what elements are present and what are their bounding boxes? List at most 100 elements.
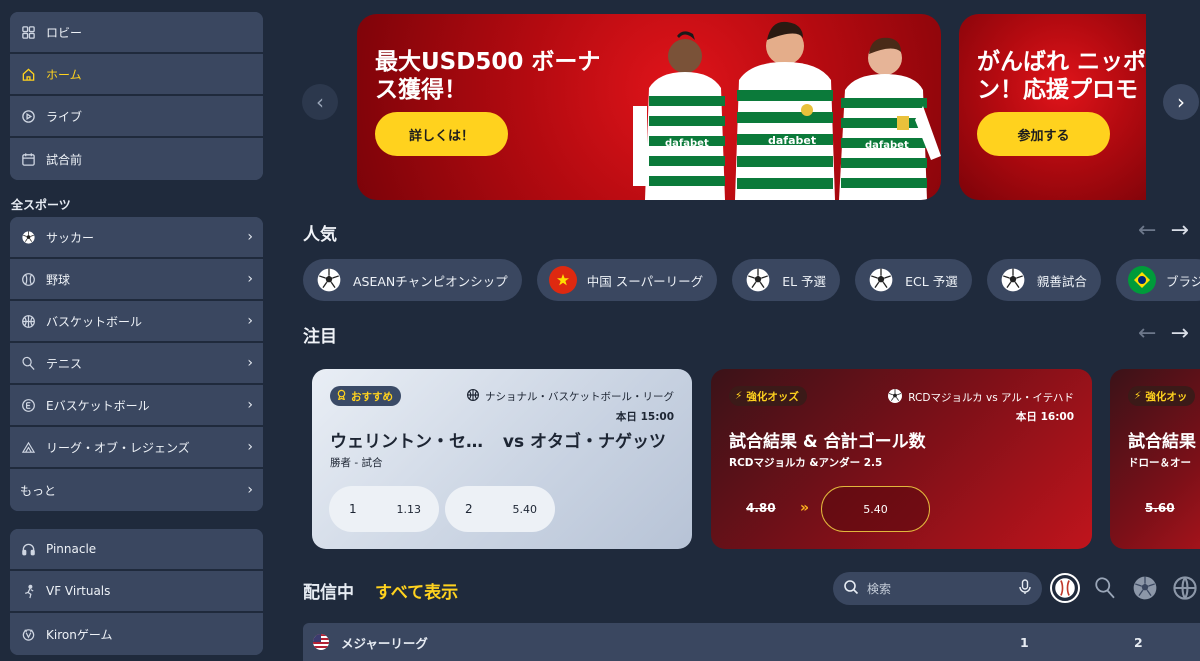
- popular-nav-arrows: ← →: [1138, 218, 1189, 243]
- chip-asean[interactable]: ASEANチャンピオンシップ: [303, 259, 522, 301]
- sidebar-item-pinnacle[interactable]: Pinnacle: [10, 529, 263, 571]
- odds-button-1[interactable]: 1 1.13: [329, 486, 439, 532]
- league-of-legends-icon: [20, 439, 36, 455]
- sidebar-item-tennis[interactable]: テニス ›: [10, 343, 263, 385]
- nav-prematch[interactable]: 試合前: [10, 138, 263, 180]
- chip-label: ASEANチャンピオンシップ: [353, 273, 508, 289]
- league-label: ナショナル・バスケットボール・リーグ: [466, 388, 674, 405]
- us-flag-icon: [313, 634, 329, 650]
- market-title: 試合結果: [1128, 432, 1196, 452]
- sidebar-item-label: VF Virtuals: [46, 584, 111, 598]
- nav-lobby[interactable]: ロビー: [10, 12, 263, 54]
- badge-label: おすすめ: [351, 390, 393, 403]
- soccer-ball-icon: [887, 388, 903, 407]
- sidebar-item-vf-virtuals[interactable]: VF Virtuals: [10, 571, 263, 613]
- banner-title-line1: がんばれ ニッポ: [977, 49, 1146, 75]
- china-flag-icon: [548, 266, 577, 294]
- badge-label: 強化オッ: [1145, 390, 1188, 403]
- filter-soccer-icon[interactable]: [1130, 573, 1160, 603]
- chevron-left-icon: ‹: [316, 90, 324, 114]
- promo-banner-nippon[interactable]: がんばれ ニッポ ン！応援プロモ 参加する: [959, 14, 1146, 200]
- banner-title-line2: ス獲得！: [375, 77, 467, 103]
- sidebar: ロビー ホーム ライブ 試合前 全スポーツ サッカー › 野球 › バスケットボ: [10, 12, 263, 655]
- sidebar-item-label: テニス: [46, 356, 83, 371]
- filter-esports-icon[interactable]: [1170, 573, 1200, 603]
- nav-prematch-label: 試合前: [46, 152, 83, 167]
- sidebar-item-label: Pinnacle: [46, 542, 97, 556]
- nav-home[interactable]: ホーム: [10, 54, 263, 96]
- nav-live-label: ライブ: [46, 109, 83, 124]
- headset-icon: [20, 541, 36, 557]
- league-name: RCDマジョルカ vs アル・イテハド: [908, 392, 1074, 404]
- featured-card-recommended[interactable]: おすすめ ナショナル・バスケットボール・リーグ 本日 15:00 ウェリントン・…: [312, 369, 692, 549]
- sidebar-item-label: もっと: [20, 483, 57, 498]
- search-icon: [843, 579, 859, 598]
- promo-banner-bonus[interactable]: 最大USD500 ボーナ ス獲得！ 詳しくは！ dafabet dafabet: [357, 14, 941, 200]
- chip-label: 中国 スーパーリーグ: [586, 273, 704, 289]
- sidebar-item-baseball[interactable]: 野球 ›: [10, 259, 263, 301]
- arrow-left-icon[interactable]: ←: [1138, 218, 1156, 243]
- chip-label: ブラジ: [1165, 273, 1200, 289]
- boosted-odds-badge: ⚡ 強化オッズ: [729, 386, 807, 406]
- column-header-1: 1: [1020, 634, 1029, 650]
- chip-friendlies[interactable]: 親善試合: [986, 259, 1101, 301]
- chip-label: 親善試合: [1036, 273, 1087, 289]
- vf-virtuals-icon: [20, 583, 36, 599]
- sidebar-item-ebasketball[interactable]: Eバスケットボール ›: [10, 385, 263, 427]
- popular-chips: ASEANチャンピオンシップ 中国 スーパーリーグ EL 予選 ECL 予選 親…: [303, 259, 1200, 303]
- nav-live[interactable]: ライブ: [10, 96, 263, 138]
- chevron-right-icon: ›: [247, 229, 253, 245]
- sidebar-item-label: サッカー: [46, 230, 95, 245]
- league-name: メジャーリーグ: [341, 635, 428, 651]
- chip-el-qualifiers[interactable]: EL 予選: [732, 259, 841, 301]
- featured-card-boosted-2[interactable]: ⚡ 強化オッ 試合結果 ドロー＆オー 5.60: [1110, 369, 1200, 549]
- odds-button-2[interactable]: 2 5.40: [445, 486, 555, 532]
- chevron-right-icon: ›: [247, 482, 253, 498]
- chip-china-super-league[interactable]: 中国 スーパーリーグ: [536, 259, 718, 301]
- sidebar-item-basketball[interactable]: バスケットボール ›: [10, 301, 263, 343]
- sidebar-item-label: Eバスケットボール: [46, 398, 150, 413]
- banner-details-button[interactable]: 詳しくは！: [375, 112, 508, 156]
- sidebar-item-more[interactable]: もっと ›: [10, 469, 263, 511]
- filter-baseball-icon[interactable]: [1050, 573, 1080, 603]
- boosted-odds-badge: ⚡ 強化オッ: [1128, 386, 1196, 406]
- chip-label: ECL 予選: [905, 273, 958, 289]
- banner-title-line1: 最大USD500 ボーナ: [375, 49, 601, 75]
- arrow-left-icon[interactable]: ←: [1138, 321, 1156, 346]
- selection-label: RCDマジョルカ &アンダー 2.5: [729, 457, 883, 469]
- sidebar-item-lol[interactable]: リーグ・オブ・レジェンズ ›: [10, 427, 263, 469]
- carousel-next-button[interactable]: ›: [1163, 84, 1199, 120]
- boosted-odds-button[interactable]: 5.40: [821, 486, 930, 532]
- league-row-mlb[interactable]: メジャーリーグ 1 2: [303, 623, 1200, 661]
- league-name: ナショナル・バスケットボール・リーグ: [485, 391, 674, 403]
- microphone-icon[interactable]: [1018, 579, 1032, 598]
- market-label: 勝者 - 試合: [330, 457, 383, 469]
- sidebar-item-kiron[interactable]: Kironゲーム: [10, 613, 263, 655]
- sidebar-item-label: バスケットボール: [46, 314, 143, 329]
- featured-nav-arrows: ← →: [1138, 321, 1189, 346]
- featured-card-boosted[interactable]: ⚡ 強化オッズ RCDマジョルカ vs アル・イテハド 本日 16:00 試合結…: [711, 369, 1092, 549]
- chevron-right-icon: ›: [247, 355, 253, 371]
- sidebar-item-soccer[interactable]: サッカー ›: [10, 217, 263, 259]
- chip-label: EL 予選: [782, 273, 827, 289]
- all-sports-heading: 全スポーツ: [11, 198, 71, 212]
- grid-icon: [20, 24, 36, 40]
- market-title: 試合結果 & 合計ゴール数: [729, 432, 926, 452]
- soccer-ball-icon: [315, 266, 343, 294]
- banner-join-button[interactable]: 参加する: [977, 112, 1110, 156]
- arrow-right-icon[interactable]: →: [1170, 321, 1188, 346]
- show-all-link[interactable]: すべて表示: [375, 578, 458, 603]
- filter-tennis-icon[interactable]: [1090, 573, 1120, 603]
- carousel-prev-button[interactable]: ‹: [302, 84, 338, 120]
- player-figure: dafabet: [839, 37, 941, 200]
- recommended-badge: おすすめ: [330, 386, 401, 406]
- arrow-right-icon[interactable]: →: [1170, 218, 1188, 243]
- brazil-flag-icon: [1127, 266, 1156, 294]
- svg-text:dafabet: dafabet: [768, 134, 816, 147]
- column-header-2: 2: [1134, 634, 1143, 650]
- soccer-ball-icon: [999, 266, 1027, 294]
- chevron-right-icon: ›: [247, 397, 253, 413]
- chip-brazil[interactable]: ブラジ: [1115, 259, 1200, 301]
- chip-ecl-qualifiers[interactable]: ECL 予選: [855, 259, 972, 301]
- search-input[interactable]: 検索: [833, 572, 1042, 605]
